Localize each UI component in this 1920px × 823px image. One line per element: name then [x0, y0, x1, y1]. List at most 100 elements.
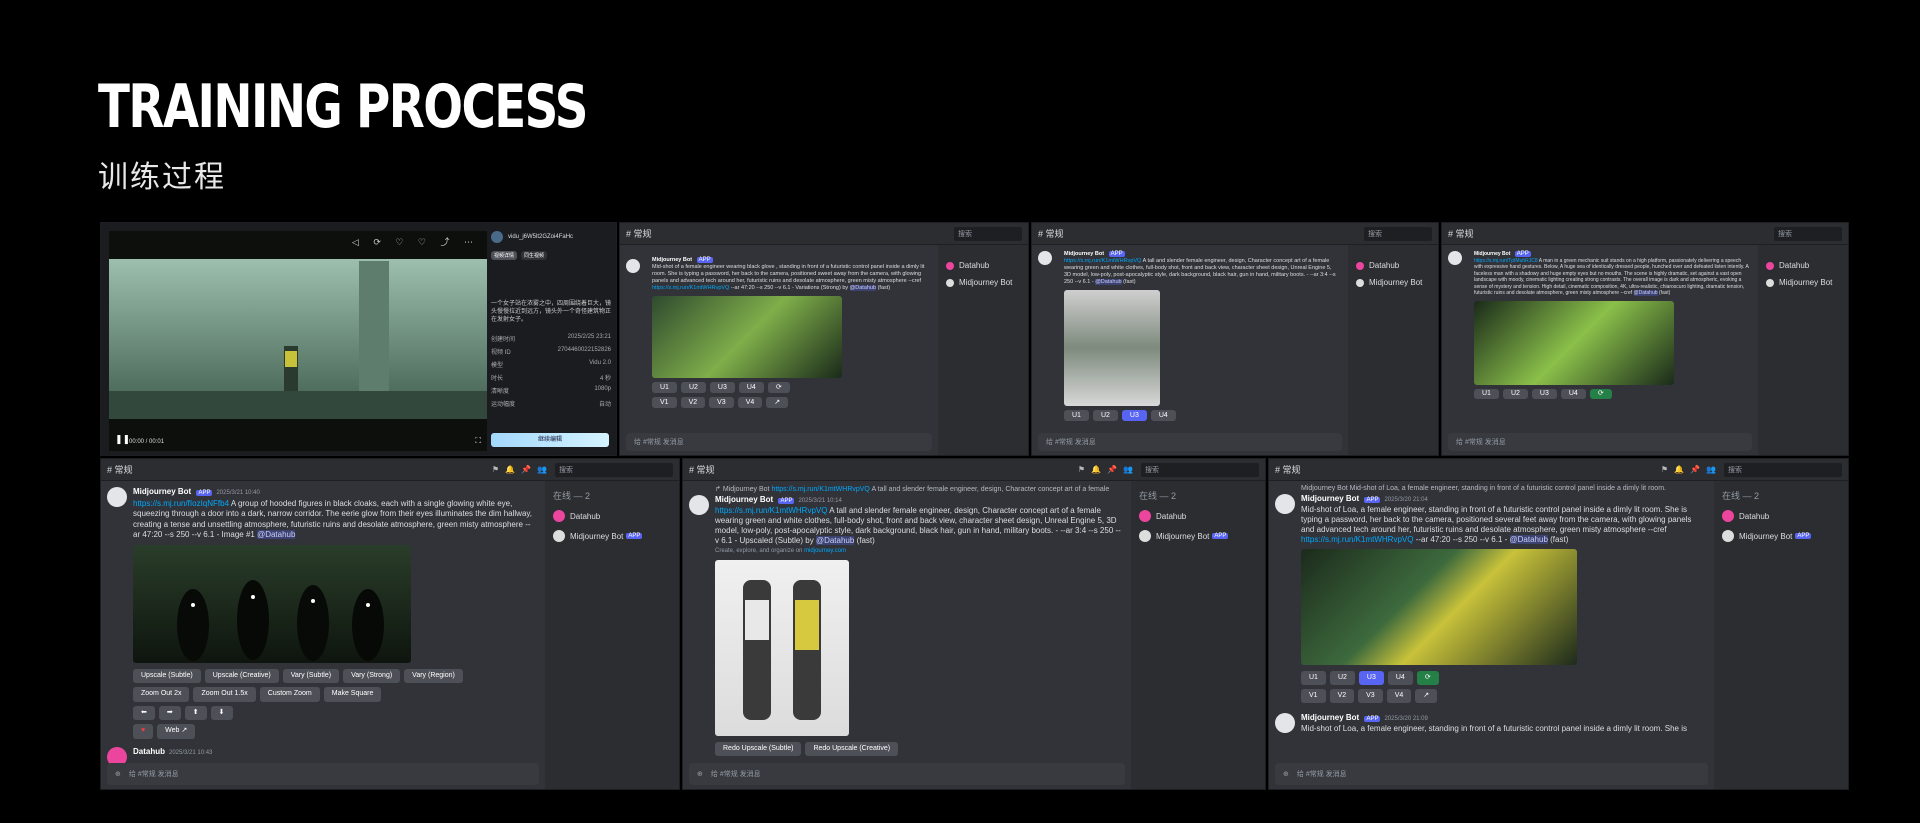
u3-button[interactable]: U3	[1358, 671, 1384, 685]
v4-button[interactable]: V4	[1386, 689, 1412, 703]
message-input[interactable]: ⊕ 给 #常规 发消息	[689, 763, 1125, 785]
member-list: Datahub Midjourney Bot	[1758, 245, 1848, 455]
avatar	[626, 259, 640, 273]
u4-button[interactable]: U4	[1387, 671, 1413, 685]
bell-icon[interactable]: 🔔	[1091, 465, 1101, 474]
video-player[interactable]: ◁ ⟳ ♡ ♡ ⤴ ⋯ ❚❚ 00:00 / 00:01 ⛶	[109, 231, 487, 451]
avatar	[689, 495, 709, 515]
u2-button[interactable]: U2	[1329, 671, 1355, 685]
video-panel: ◁ ⟳ ♡ ♡ ⤴ ⋯ ❚❚ 00:00 / 00:01 ⛶ vidu_j6W5…	[100, 222, 617, 456]
bell-icon[interactable]: 🔔	[505, 465, 515, 474]
members-icon[interactable]: 👥	[537, 465, 547, 474]
continue-edit-button[interactable]: 继续编辑	[491, 433, 609, 447]
tab-related-video[interactable]: 同生视频	[521, 251, 548, 260]
message-input[interactable]: 给 #常规 发消息	[626, 433, 932, 451]
discord-panel-7: # 常规 ⚑ 🔔 📌 👥 搜索 Midjourney Bot Mid-shot of Lo…	[1268, 458, 1849, 790]
v1-button[interactable]: V1	[1301, 689, 1326, 703]
upscale-subtle-button[interactable]: Upscale (Subtle)	[133, 668, 201, 683]
video-toolbar: ◁ ⟳ ♡ ♡ ⤴ ⋯	[351, 237, 479, 247]
discord-panel-6: # 常规 ⚑ 🔔 📌 👥 搜索 ↱ Midjourney Bot https://s.mj…	[682, 458, 1266, 790]
message: Midjourney Bot APP 2025/3/20 21:04 Mid-sh…	[1269, 492, 1714, 703]
search-input[interactable]: 搜索	[1724, 462, 1842, 477]
video-fields: 创建时间 2025/2/25 23:21 视频 ID 270446002215282…	[491, 334, 611, 408]
search-input[interactable]: 搜索	[1141, 462, 1259, 477]
pan-buttons: ⬅ ➡ ⬆ ⬇	[133, 705, 537, 720]
member-list: Datahub Midjourney Bot	[938, 245, 1028, 455]
pan-left-icon[interactable]: ⬅	[133, 705, 155, 720]
v2-button[interactable]: V2	[1329, 689, 1355, 703]
pan-up-icon[interactable]: ⬆	[184, 705, 207, 720]
pin-icon[interactable]: 📌	[1690, 465, 1700, 474]
v3-button[interactable]: V3	[1358, 689, 1383, 703]
avatar	[1448, 251, 1462, 265]
threads-icon[interactable]: ⚑	[492, 465, 499, 474]
member-list: 在线 — 2 Datahub Midjourney Bot APP	[1131, 481, 1265, 789]
message: Midjourney Bot APP 2025/3/21 10:14 https:…	[683, 493, 1131, 756]
hooded-figures	[177, 579, 384, 661]
discord-panel-5: # 常规 ⚑ 🔔 📌 👥 搜索 Midjourney Bot APP 2025/3/21 1…	[100, 458, 680, 790]
generated-image[interactable]	[1301, 549, 1577, 665]
page-title: TRAINING PROCESS	[98, 72, 588, 142]
reply-reference: Midjourney Bot Mid-shot of Loa, a female…	[1301, 485, 1666, 492]
custom-zoom-button[interactable]: Custom Zoom	[259, 687, 320, 702]
make-square-button[interactable]: Make Square	[323, 687, 382, 702]
heart-icon[interactable]: ♥	[133, 724, 154, 739]
pan-down-icon[interactable]: ⬇	[210, 705, 233, 720]
search-input[interactable]: 搜索	[555, 462, 673, 477]
channel-header: # 常规 搜索	[620, 223, 1028, 245]
tab-video-detail[interactable]: 视频详情	[491, 251, 518, 260]
add-icon[interactable]: ⊕	[115, 770, 121, 778]
external-link-icon[interactable]: ↗	[1415, 689, 1438, 703]
reroll-icon[interactable]: ⟳	[767, 382, 790, 393]
avatar	[1275, 713, 1295, 733]
upscale-vary-buttons: Upscale (Subtle) Upscale (Creative) Vary…	[133, 668, 537, 683]
page-subtitle: 训练过程	[98, 161, 226, 194]
members-icon[interactable]: 👥	[1706, 465, 1716, 474]
search-input[interactable]: 搜索	[954, 226, 1022, 241]
members-icon[interactable]: 👥	[1123, 465, 1133, 474]
external-link-icon[interactable]: ↗	[766, 397, 789, 408]
threads-icon[interactable]: ⚑	[1078, 465, 1085, 474]
avatar	[491, 231, 503, 243]
add-icon[interactable]: ⊕	[1283, 770, 1289, 778]
member-midjourney-bot[interactable]: Midjourney Bot APP	[553, 530, 671, 542]
threads-icon[interactable]: ⚑	[1661, 465, 1668, 474]
generated-image[interactable]	[715, 560, 849, 736]
message-input[interactable]: ⊕ 给 #常规 发消息	[107, 763, 539, 785]
message: Midjourney Bot APP https://s.mj.run/TpIM…	[1442, 245, 1758, 399]
generated-image[interactable]	[1064, 290, 1160, 406]
message-input[interactable]: 给 #常规 发消息	[1038, 433, 1342, 451]
channel-header: # 常规 ⚑ 🔔 📌 👥 搜索	[683, 459, 1265, 481]
channel-header: # 常规 ⚑ 🔔 📌 👥 搜索	[101, 459, 679, 481]
bell-icon[interactable]: 🔔	[1674, 465, 1684, 474]
message-input[interactable]: 给 #常规 发消息	[1448, 433, 1752, 451]
redo-upscale-creative-button[interactable]: Redo Upscale (Creative)	[805, 742, 899, 756]
redo-upscale-subtle-button[interactable]: Redo Upscale (Subtle)	[715, 742, 802, 756]
upscale-creative-button[interactable]: Upscale (Creative)	[204, 668, 279, 683]
play-icon[interactable]: ❚❚	[115, 434, 130, 445]
generated-image[interactable]	[652, 296, 842, 378]
pan-right-icon[interactable]: ➡	[158, 705, 181, 720]
member-list: 在线 — 2 Datahub Midjourney Bot APP	[545, 481, 679, 789]
channel-header: # 常规 ⚑ 🔔 📌 👥 搜索	[1269, 459, 1848, 481]
pin-icon[interactable]: 📌	[521, 465, 531, 474]
add-icon[interactable]: ⊕	[697, 770, 703, 778]
vary-strong-button[interactable]: Vary (Strong)	[343, 668, 401, 683]
pin-icon[interactable]: 📌	[1107, 465, 1117, 474]
vary-subtle-button[interactable]: Vary (Subtle)	[282, 668, 340, 683]
u1-button[interactable]: U1	[1301, 671, 1326, 685]
web-button[interactable]: Web ↗	[157, 724, 196, 739]
member-list: Datahub Midjourney Bot	[1348, 245, 1438, 455]
zoom-out-15x-button[interactable]: Zoom Out 1.5x	[193, 687, 256, 702]
avatar	[1275, 494, 1295, 514]
member-datahub[interactable]: Datahub	[553, 510, 671, 522]
message-input[interactable]: ⊕ 给 #常规 发消息	[1275, 763, 1708, 785]
generated-image[interactable]	[133, 544, 411, 663]
reroll-icon[interactable]: ⟳	[1416, 671, 1439, 685]
vary-region-button[interactable]: Vary (Region)	[404, 668, 463, 683]
zoom-out-2x-button[interactable]: Zoom Out 2x	[133, 687, 190, 702]
avatar	[1038, 251, 1052, 265]
character-sheet	[743, 580, 821, 720]
fullscreen-icon[interactable]: ⛶	[475, 436, 481, 446]
generated-image[interactable]	[1474, 300, 1674, 385]
